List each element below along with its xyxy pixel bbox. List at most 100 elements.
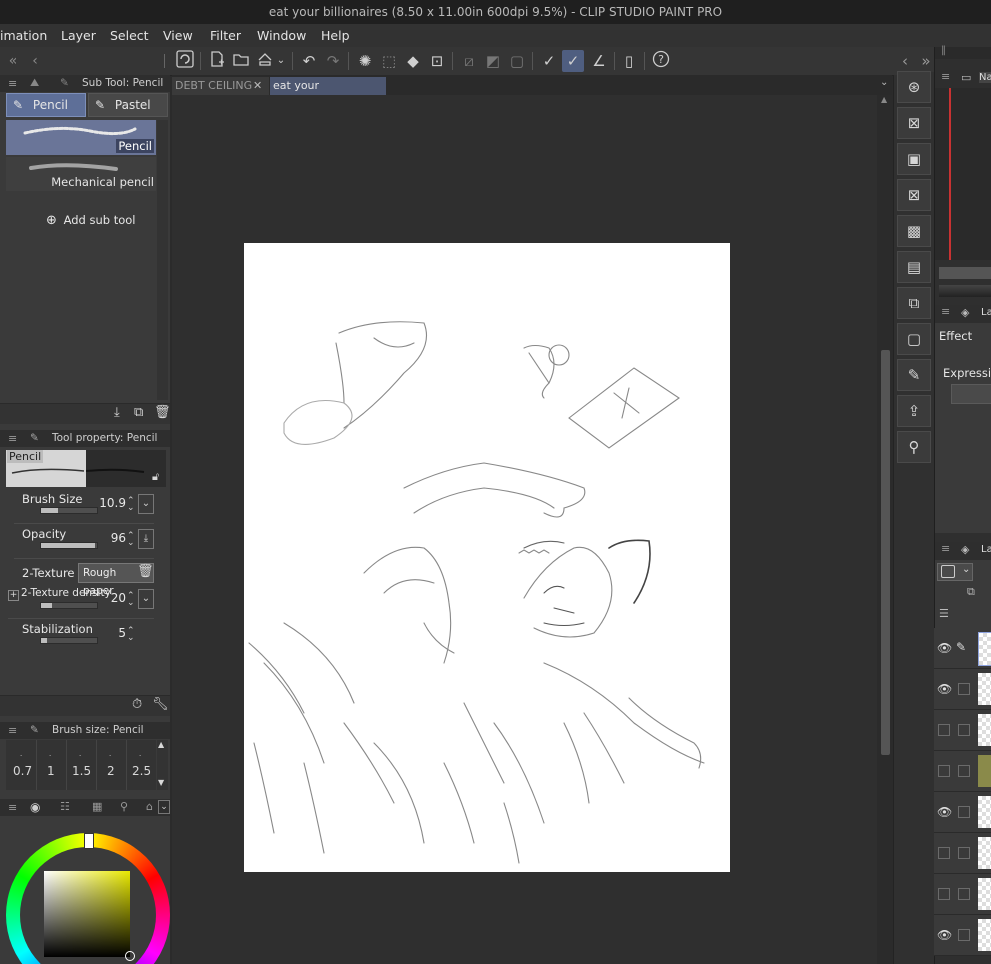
device-icon[interactable]: ▯ [618,50,640,72]
chevron-down-icon[interactable]: ⌄ [274,50,288,72]
stabilization-slider[interactable] [40,637,98,644]
open-folder-icon[interactable] [230,50,252,72]
tab-document-active[interactable]: eat your billionaires✕ [270,77,386,110]
visibility-checkbox[interactable] [938,847,950,859]
grip-icon[interactable]: ≡ [8,722,17,739]
color-picker-handle[interactable] [125,951,135,961]
menu-help[interactable]: Help [321,24,350,47]
layer-row[interactable]: 👁︎ [934,915,991,956]
saturation-value-square[interactable] [44,871,130,957]
pressure-icon[interactable]: ⌄ [138,494,154,514]
brush-size-preset[interactable]: · 1.5 [66,740,97,790]
layer-checkbox[interactable] [958,683,970,695]
menu-view[interactable]: View [163,24,193,47]
person-icon[interactable]: ⚲ [897,431,931,463]
eye-icon[interactable]: 👁︎ [937,641,952,655]
chevron-left-icon[interactable]: ‹ [24,50,46,72]
close-icon[interactable]: ✕ [253,79,262,92]
subtool-item-mechanical-pencil[interactable]: Mechanical pencil [6,157,156,191]
menu-window[interactable]: Window [257,24,306,47]
tab-pastel[interactable]: ✎ Pastel [88,93,168,117]
layer-row[interactable] [934,833,991,874]
brush-size-stepper[interactable]: ⌃ ⌄ [127,497,135,513]
invert-selection-icon[interactable]: ◩ [482,50,504,72]
reset-icon[interactable]: ⏱ [132,697,142,712]
mountain-icon[interactable]: ⛰ [30,76,39,90]
redo-icon[interactable]: ↷ [322,50,344,72]
layer-checkbox[interactable] [958,888,970,900]
brush-stroke-icon[interactable]: ∠ [588,50,610,72]
chevron-left-icon[interactable]: ‹ [894,50,916,72]
color-wheel-tab-icon[interactable]: ◉ [30,800,40,814]
new-document-icon[interactable] [206,50,228,72]
grip-icon[interactable]: ≡ [941,70,950,83]
expression-color-select[interactable] [951,384,991,404]
brush-size-preset[interactable]: · 2 [96,740,127,790]
navigator-view[interactable] [935,88,991,260]
save-doc-icon[interactable]: ▣ [897,143,931,175]
visibility-checkbox[interactable] [938,888,950,900]
menu-layer[interactable]: Layer [61,24,96,47]
undo-icon[interactable]: ↶ [298,50,320,72]
tab-document[interactable]: DEBT CEILING Pi✕ [172,77,269,95]
opacity-stepper[interactable]: ⌃ ⌄ [127,532,135,548]
layer-checkbox[interactable] [958,847,970,859]
grip-icon[interactable]: ≡ [8,75,17,92]
stabilization-stepper[interactable]: ⌃ ⌄ [127,627,135,643]
brush-size-scrollbar[interactable]: ▲ ▼ [157,740,168,790]
brush-size-preset[interactable]: · 0.7 [6,740,37,790]
canvas-paper[interactable] [244,243,730,872]
brush-size-preset[interactable]: · 1 [36,740,67,790]
grip-icon[interactable]: ‖ [941,45,946,56]
grip-icon[interactable]: ≡ [941,542,950,555]
menu-animation[interactable]: imation [0,24,47,47]
tab-pencil[interactable]: ✎ Pencil [6,93,86,117]
window-icon[interactable]: ▢ [897,323,931,355]
close-doc-icon[interactable]: ⊠ [897,107,931,139]
pen-stroke-icon[interactable]: ✓ [538,50,560,72]
density-stepper[interactable]: ⌃ ⌄ [127,592,135,608]
layer-checkbox[interactable] [958,806,970,818]
chevron-down-icon[interactable]: ⌄ [158,800,170,814]
eye-icon[interactable]: 👁︎ [937,805,952,819]
layer-row[interactable] [934,751,991,792]
fill-icon[interactable]: ◆ [402,50,424,72]
grip-icon[interactable]: ≡ [8,430,17,447]
help-icon[interactable]: ? [650,50,672,72]
save-icon[interactable] [254,50,276,72]
upload-icon[interactable]: ⇪ [897,395,931,427]
scroll-thumb[interactable] [881,350,890,755]
layer-row[interactable] [934,874,991,915]
pencil-stroke-icon[interactable]: ✓ [562,50,584,72]
search-icon[interactable]: ⊛ [897,71,931,103]
navigator-zoom-slider[interactable] [939,267,991,279]
brush-size-preset[interactable]: · 2.5 [126,740,156,790]
menu-select[interactable]: Select [110,24,149,47]
visibility-checkbox[interactable] [938,765,950,777]
eye-icon[interactable]: 👁︎ [937,682,952,696]
more-icon[interactable]: ⌂ [146,800,153,813]
export-icon[interactable]: ▤ [897,251,931,283]
subtool-item-pencil[interactable]: Pencil [6,120,156,155]
texture-density-slider[interactable] [40,602,98,609]
reference-layer-icon[interactable]: ⧉ [967,585,975,599]
color-wheel[interactable] [6,833,170,964]
shuffle-icon[interactable]: ⧉ [897,287,931,319]
canvas-scrollbar[interactable]: ▲ [879,95,892,964]
density-pressure-icon[interactable]: ⌄ [138,589,154,609]
layer-row[interactable]: 👁︎ [934,669,991,710]
expand-icon[interactable]: + [8,590,19,601]
layer-checkbox[interactable] [958,765,970,777]
color-set-tab-icon[interactable]: ▦ [92,800,102,813]
download-icon[interactable]: ⤓ [114,405,120,420]
navigator-rotate-slider[interactable] [939,285,991,297]
scroll-left-icon[interactable]: « [2,50,24,72]
opacity-pressure-icon[interactable]: ⤓ [138,529,154,549]
layer-row[interactable]: 👁︎ ✎ [934,628,991,669]
menu-filter[interactable]: Filter [210,24,241,47]
trash-icon[interactable]: 🗑 [137,564,154,579]
loading-icon[interactable]: ✺ [354,50,376,72]
color-slider-tab-icon[interactable]: ☷ [60,800,70,813]
tabs-dropdown-icon[interactable]: ⌄ [880,77,888,88]
layer-checkbox[interactable] [958,929,970,941]
